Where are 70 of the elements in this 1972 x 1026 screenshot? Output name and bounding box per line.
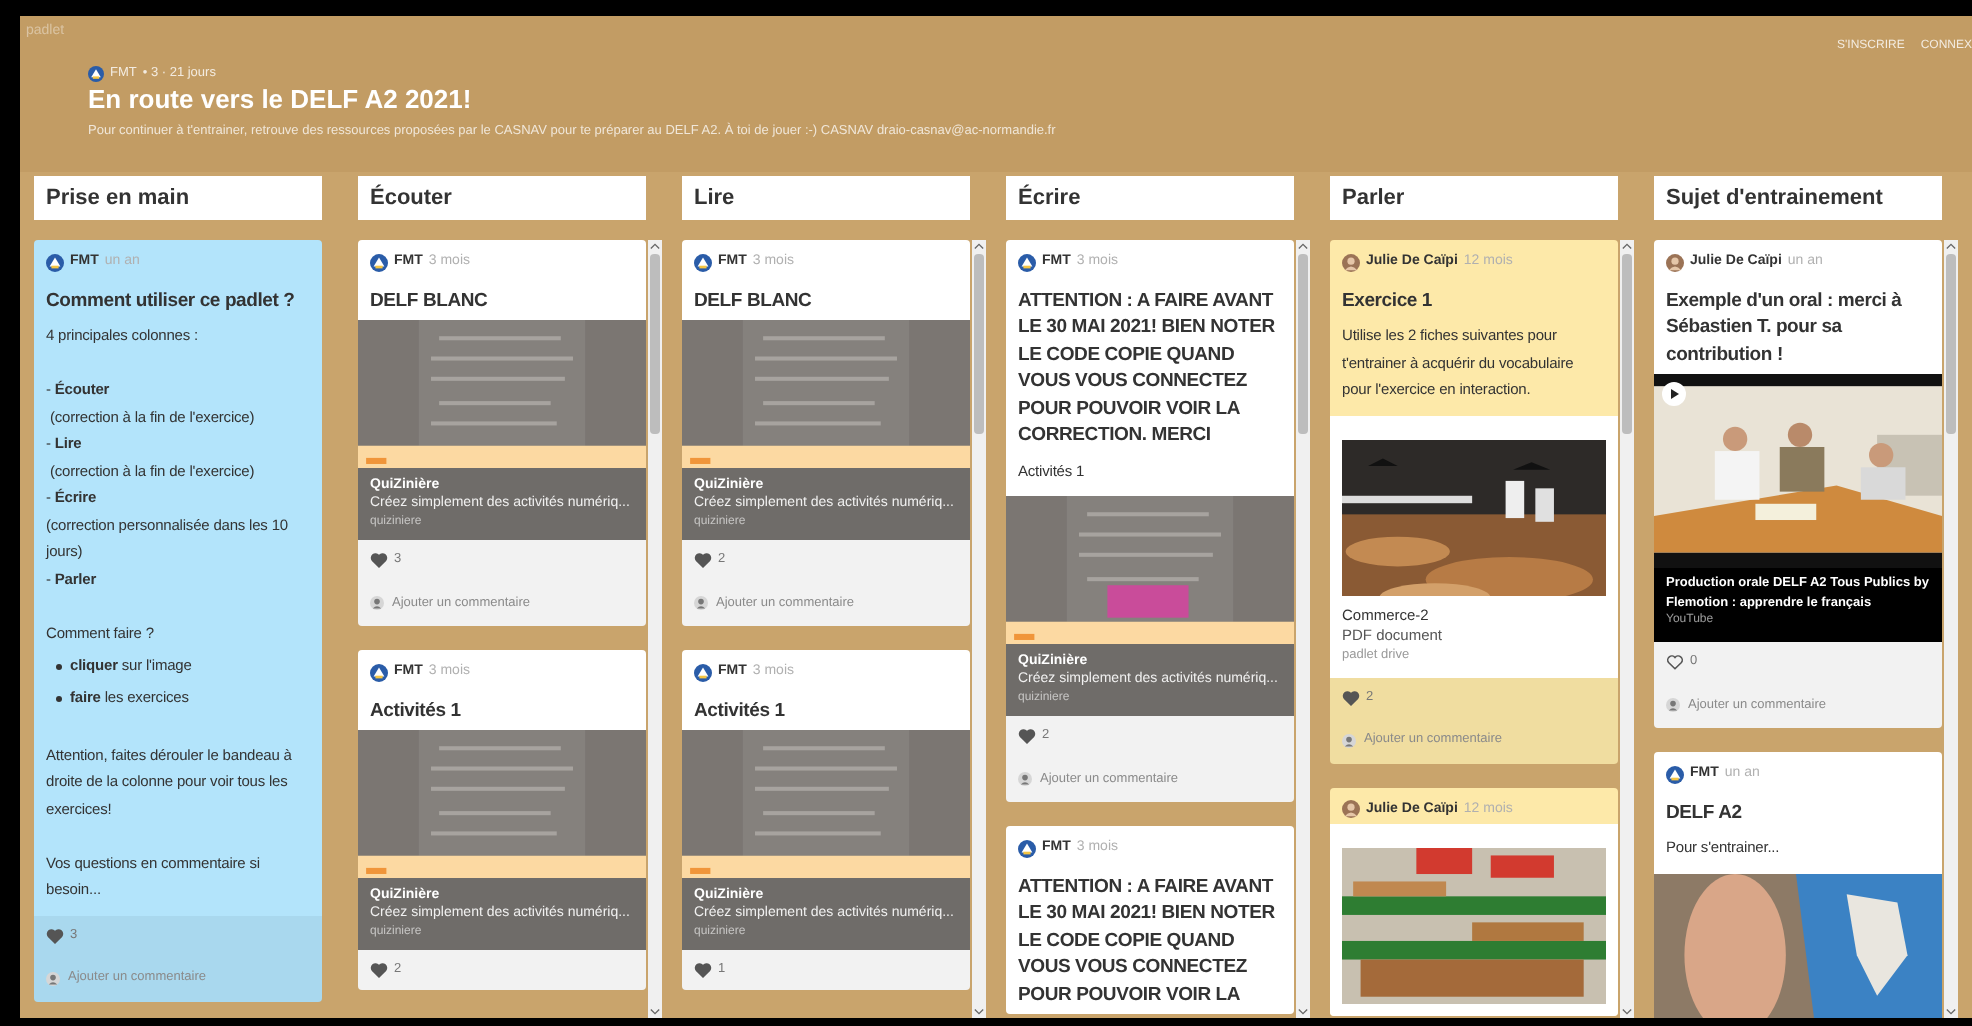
avatar-icon [694,663,712,682]
post-title: ATTENTION : A FAIRE AVANT LE 30 MAI 2021! BIEN NOTER LE CODE COPIE QUAND VOUS VOUS CONNECTEZ POUR POUVOIR VOIR LA CORRECTION. MERCI [1016,287,1277,450]
avatar-icon [1018,772,1032,787]
avatar-icon [694,253,712,272]
avatar-icon [1666,698,1680,713]
post-title: Exemple d'un oral : merci à Sébastien T. pour sa contribution ! [1664,287,1904,369]
column-title: Sujet d'entrainement [1654,176,1942,220]
post-card[interactable] [1006,240,1294,803]
file-preview[interactable] [1330,824,1618,1017]
avatar-icon [1018,253,1036,272]
column-title: Écrire [1006,176,1294,220]
post-title: Comment utiliser ce padlet ? [44,287,297,315]
scrollbar[interactable] [648,240,662,1018]
post-title: Activités 1 [368,697,463,726]
post-title: ATTENTION : A FAIRE AVANT LE 30 MAI 2021! BIEN NOTER LE CODE COPIE QUAND VOUS VOUS CONNECTEZ POUR POUVOIR VOIR LA [1016,873,1277,1010]
scrollbar-thumb[interactable] [650,254,660,434]
heart-icon[interactable] [1666,654,1684,671]
scrollbar[interactable] [972,240,986,1018]
scrollbar[interactable] [1296,240,1310,1018]
post-card[interactable] [1330,240,1618,764]
post-title: DELF BLANC [368,287,490,315]
bullet-icon [56,663,62,669]
post-title: DELF A2 [1664,799,1744,828]
scrollbar-thumb[interactable] [1622,254,1632,434]
avatar-icon [88,65,104,82]
heart-icon[interactable] [370,552,388,569]
heart-icon[interactable] [1018,728,1036,745]
column-title: Lire [682,176,970,220]
scroll-down-icon[interactable] [1622,1008,1632,1016]
avatar-icon [1666,766,1684,785]
scrollbar[interactable] [1620,240,1634,1018]
avatar-icon [1018,839,1036,858]
scroll-up-icon[interactable] [974,242,984,250]
scroll-up-icon[interactable] [1622,242,1632,250]
scrollbar-thumb[interactable] [1946,254,1956,434]
avatar-icon [370,253,388,272]
column-title: Parler [1330,176,1618,220]
heart-icon[interactable] [1342,689,1360,706]
avatar-icon [694,596,708,611]
avatar-icon [46,253,64,272]
post-title: Exercice 1 [1340,287,1435,315]
scroll-up-icon[interactable] [650,242,660,250]
board-title: En route vers le DELF A2 2021! [88,84,472,116]
avatar-icon [370,663,388,682]
avatar-icon [1342,253,1360,272]
bullet-icon [56,695,62,701]
column-title: Écouter [358,176,646,220]
avatar-icon [46,971,60,985]
scroll-down-icon[interactable] [1946,1008,1956,1016]
scrollbar-thumb[interactable] [1298,254,1308,434]
scrollbar[interactable] [1944,240,1958,1018]
scroll-down-icon[interactable] [1298,1008,1308,1016]
post-title: Activités 1 [692,697,787,726]
heart-icon[interactable] [46,927,64,943]
post-title: DELF BLANC [692,287,814,315]
avatar-icon [1666,253,1684,272]
post-card[interactable] [34,240,322,1001]
avatar-icon [370,596,384,611]
heart-icon[interactable] [694,962,712,979]
column-title: Prise en main [34,176,322,220]
scroll-down-icon[interactable] [650,1008,660,1016]
scroll-up-icon[interactable] [1298,242,1308,250]
scroll-up-icon[interactable] [1946,242,1956,250]
scroll-down-icon[interactable] [974,1008,984,1016]
scrollbar-thumb[interactable] [974,254,984,434]
play-icon[interactable] [1662,382,1686,406]
heart-icon[interactable] [370,962,388,979]
avatar-icon [1342,733,1356,748]
avatar-icon [1342,800,1360,819]
heart-icon[interactable] [694,552,712,569]
